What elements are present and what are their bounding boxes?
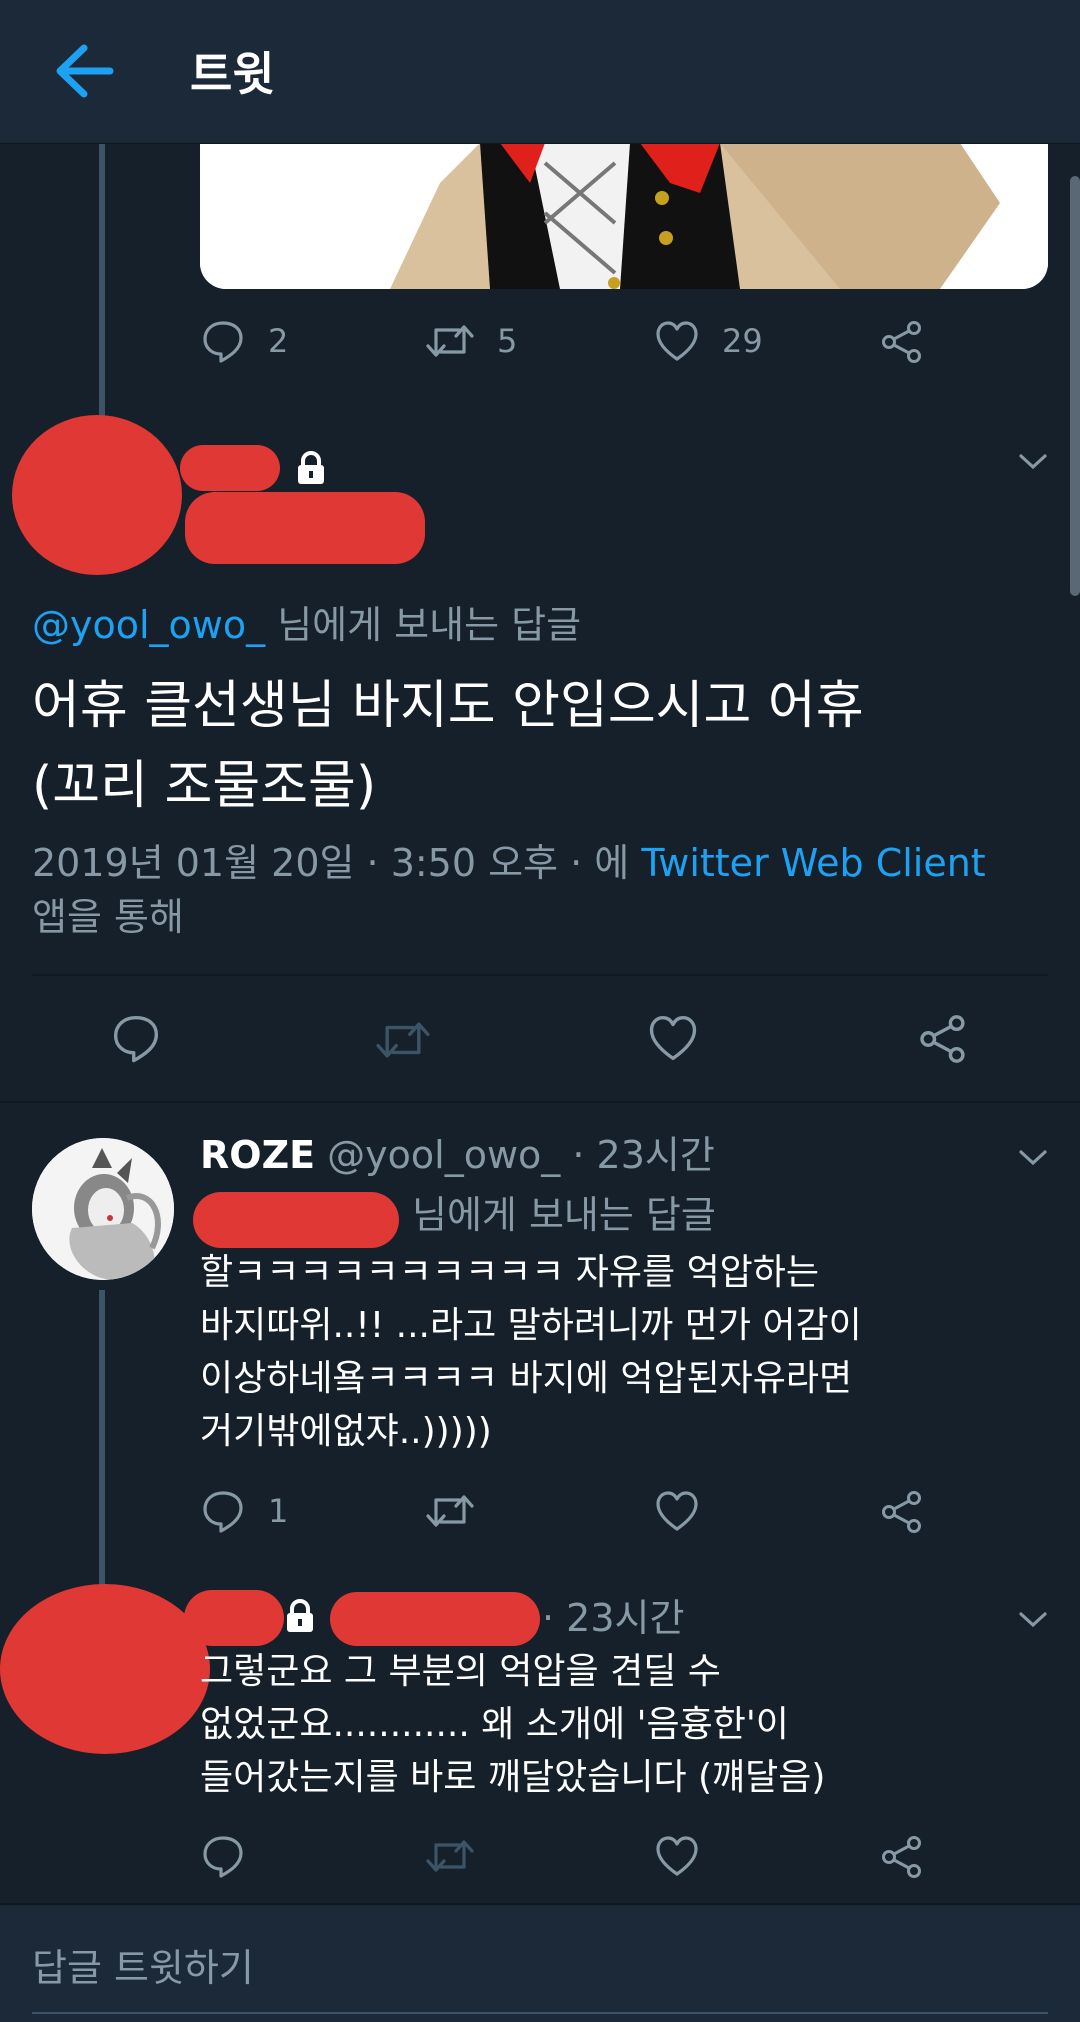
like-button[interactable] xyxy=(647,1012,699,1064)
share-action[interactable] xyxy=(880,1490,924,1534)
relative-time: · 23시간 xyxy=(572,1133,715,1177)
reply-icon xyxy=(203,1836,243,1878)
retweet-action[interactable]: 5 xyxy=(425,318,517,364)
reply-composer[interactable]: 답글 트윗하기 xyxy=(0,1903,1080,2022)
handle[interactable]: @yool_owo_ xyxy=(327,1133,560,1177)
like-count: 29 xyxy=(722,322,763,360)
reply-to-suffix: 님에게 보내는 답글 xyxy=(412,1193,716,1237)
chevron-down-icon[interactable] xyxy=(1018,1610,1048,1634)
timestamp: 2019년 01월 20일 · 3:50 오후 · 에 xyxy=(32,841,630,885)
tweet-text-line: (꼬리 조물조물) xyxy=(32,756,377,816)
client-link[interactable]: Twitter Web Client xyxy=(641,841,985,885)
reply-text: 할ㅋㅋㅋㅋㅋㅋㅋㅋㅋㅋ 자유를 억압하는 바지따위..!! ...라고 말하려니… xyxy=(200,1246,1040,1458)
share-action[interactable] xyxy=(880,1835,924,1879)
thread-line xyxy=(99,1290,105,1590)
like-action[interactable]: 29 xyxy=(654,318,763,364)
reply-action[interactable]: 1 xyxy=(200,1488,288,1534)
avatar-redacted[interactable] xyxy=(0,1584,210,1754)
reply-to-handle[interactable]: @yool_owo_ xyxy=(32,603,265,647)
handle-redacted xyxy=(185,492,425,564)
reply-text: 그렇군요 그 부분의 억압을 견딜 수 없었군요............ 왜 소… xyxy=(200,1645,1040,1804)
tweet-text-line: 어휴 클선생님 바지도 안입으시고 어휴 xyxy=(32,676,864,736)
divider xyxy=(32,974,1048,976)
retweet-icon xyxy=(426,1495,474,1527)
reply-button[interactable] xyxy=(110,1012,162,1064)
display-name-redacted xyxy=(180,445,280,491)
reply-text-line: 이상하네욬ㅋㅋㅋㅋ 바지에 억압된자유라면 xyxy=(200,1358,853,1399)
reply-text-line: 없었군요............ 왜 소개에 '음흉한'이 xyxy=(200,1704,789,1745)
page-title: 트윗 xyxy=(190,47,275,101)
reply-input-placeholder[interactable]: 답글 트윗하기 xyxy=(32,1937,254,1992)
back-arrow-icon[interactable] xyxy=(50,36,120,106)
reply-icon xyxy=(203,321,243,363)
like-action[interactable] xyxy=(654,1488,700,1534)
heart-icon xyxy=(656,1836,698,1876)
display-name[interactable]: ROZE xyxy=(200,1133,315,1177)
tweet-text: 어휴 클선생님 바지도 안입으시고 어휴 (꼬리 조물조물) xyxy=(32,666,864,826)
share-action[interactable] xyxy=(880,320,924,364)
section-divider xyxy=(0,1101,1080,1103)
reply-to-suffix: 님에게 보내는 답글 xyxy=(277,603,582,647)
retweet-icon xyxy=(426,1840,474,1872)
share-icon xyxy=(882,1836,921,1878)
heart-icon xyxy=(656,1491,698,1531)
reply-text-line: 거기밖에없쟈..))))) xyxy=(200,1411,492,1452)
input-underline xyxy=(32,2012,1048,2014)
share-icon xyxy=(882,321,921,363)
share-icon xyxy=(882,1491,921,1533)
reply-text-line: 들어갔는지를 바로 깨달았습니다 (꺠달음) xyxy=(200,1757,826,1798)
reply-count: 1 xyxy=(268,1492,289,1530)
display-name-redacted xyxy=(184,1590,284,1646)
retweet-count: 5 xyxy=(497,322,518,360)
handle-redacted xyxy=(330,1592,540,1646)
retweet-icon xyxy=(376,1022,430,1058)
heart-icon xyxy=(656,321,698,361)
retweet-action-disabled xyxy=(425,1833,475,1879)
reply-action[interactable] xyxy=(200,1833,246,1879)
chevron-down-icon[interactable] xyxy=(1018,452,1048,476)
retweet-button-disabled xyxy=(374,1014,432,1066)
retweet-icon xyxy=(426,325,474,357)
share-button[interactable] xyxy=(918,1014,968,1064)
retweet-action[interactable] xyxy=(425,1488,475,1534)
relative-time: · 23시간 xyxy=(542,1596,685,1640)
share-icon xyxy=(920,1015,965,1063)
reply-context: @yool_owo_ 님에게 보내는 답글 xyxy=(32,600,581,650)
reply-header: ROZE @yool_owo_ · 23시간 xyxy=(200,1130,715,1180)
avatar[interactable] xyxy=(32,1138,174,1280)
like-action[interactable] xyxy=(654,1833,700,1879)
via-suffix: 앱을 통해 xyxy=(32,895,184,939)
reply-text-line: 할ㅋㅋㅋㅋㅋㅋㅋㅋㅋㅋ 자유를 억압하는 xyxy=(200,1252,820,1293)
reply-text-line: 바지따위..!! ...라고 말하려니까 먼가 어감이 xyxy=(200,1305,862,1346)
lock-icon xyxy=(294,450,328,490)
tweet-meta: 2019년 01월 20일 · 3:50 오후 · 에 Twitter Web … xyxy=(32,836,1042,944)
thread-line xyxy=(99,143,105,433)
top-bar: 트윗 xyxy=(0,0,1080,144)
avatar-redacted[interactable] xyxy=(12,415,182,575)
reply-icon xyxy=(203,1491,243,1533)
reply-to-redacted xyxy=(193,1192,399,1248)
reply-count: 2 xyxy=(268,322,289,360)
chevron-down-icon[interactable] xyxy=(1018,1148,1048,1172)
reply-text-line: 그렇군요 그 부분의 억압을 견딜 수 xyxy=(200,1651,721,1692)
tweet-media-image[interactable] xyxy=(200,143,1048,289)
lock-icon xyxy=(283,1598,317,1638)
heart-icon xyxy=(649,1015,697,1061)
reply-action[interactable]: 2 xyxy=(200,318,288,364)
reply-icon xyxy=(113,1015,159,1063)
scrollbar[interactable] xyxy=(1070,176,1080,596)
